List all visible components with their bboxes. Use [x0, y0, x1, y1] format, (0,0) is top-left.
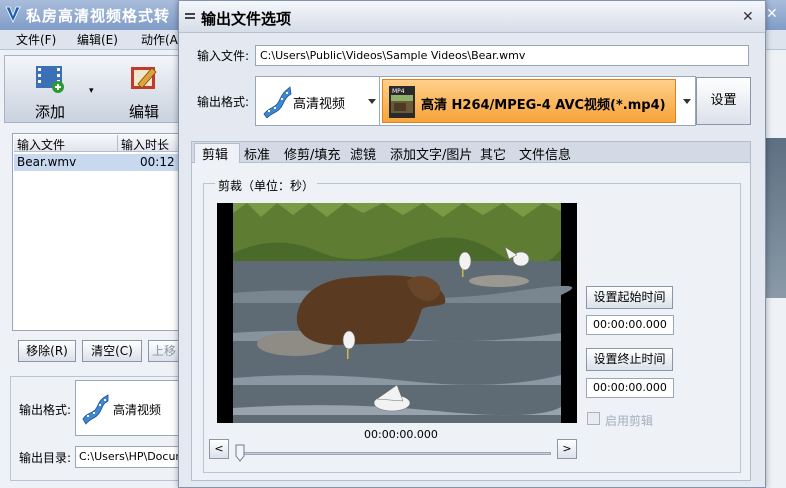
input-file-field[interactable]: C:\Users\Public\Videos\Sample Videos\Bea… [255, 45, 749, 66]
cell-duration: 00:12 [140, 155, 175, 169]
column-header-duration[interactable]: 输入时长 [118, 135, 180, 152]
seek-slider-thumb[interactable] [235, 444, 245, 462]
edit-button-label: 编辑 [128, 103, 159, 121]
tab-other[interactable]: 其它 [480, 144, 506, 163]
tab-strip: 剪辑 标准 修剪/填充 滤镜 添加文字/图片 其它 文件信息 [191, 141, 751, 163]
column-header-input-file[interactable]: 输入文件 [14, 135, 118, 152]
table-row[interactable]: Bear.wmv 00:12 [14, 154, 180, 171]
end-time-field[interactable]: 00:00:00.000 [586, 378, 674, 398]
enable-crop-label: 启用剪辑 [605, 414, 654, 428]
tab-clip[interactable]: 剪辑 [202, 144, 228, 163]
mp4-icon-text: MP4 [392, 88, 405, 95]
menu-action[interactable]: 动作(A [141, 31, 178, 48]
chevron-down-icon[interactable] [368, 99, 376, 104]
move-up-button[interactable]: 上移 [148, 340, 180, 362]
main-toolbar: 添加 ▾ 编辑 [4, 55, 179, 123]
chevron-down-icon[interactable] [683, 99, 691, 104]
video-frame-image [217, 203, 577, 423]
edit-button[interactable]: 编辑 [109, 58, 179, 121]
add-button[interactable]: 添加 [15, 58, 85, 121]
seek-prev-button[interactable]: < [209, 439, 229, 459]
film-edit-icon [131, 67, 157, 89]
main-output-format-label: 输出格式: [19, 403, 72, 417]
main-window-title: 私房高清视频格式转 [26, 7, 171, 25]
clear-button[interactable]: 清空(C) [82, 340, 142, 362]
main-output-format-box[interactable]: 高清视频 [75, 380, 185, 436]
start-time-field[interactable]: 00:00:00.000 [586, 315, 674, 335]
film-add-icon [36, 66, 64, 93]
dialog-title: 输出文件选项 [201, 10, 292, 28]
category-dropdown[interactable]: 高清视频 [255, 76, 381, 126]
film-strip-icon [263, 86, 292, 118]
input-file-label: 输入文件: [197, 49, 250, 63]
main-output-format-value: 高清视频 [113, 403, 162, 417]
film-strip-icon [82, 394, 109, 425]
format-label: 高清 H264/MPEG-4 AVC视频(*.mp4) [421, 98, 666, 113]
set-start-time-button[interactable]: 设置起始时间 [586, 286, 673, 309]
video-preview [217, 203, 577, 423]
menu-edit[interactable]: 编辑(E) [77, 31, 118, 48]
menu-lines-icon [185, 13, 195, 19]
cell-file-name: Bear.wmv [17, 155, 77, 169]
crop-group-title: 剪裁（单位：秒） [215, 177, 318, 194]
dialog-close-icon[interactable]: ✕ [742, 9, 754, 25]
file-table: 输入文件 输入时长 Bear.wmv 00:12 [12, 133, 180, 331]
current-time: 00:00:00.000 [364, 428, 438, 441]
add-dropdown-arrow-icon[interactable]: ▾ [89, 86, 94, 96]
tab-trim-pad[interactable]: 修剪/填充 [284, 144, 340, 163]
background-preview-strip [766, 138, 786, 298]
mp4-file-icon: MP4 [389, 86, 415, 118]
remove-button[interactable]: 移除(R) [18, 340, 76, 362]
add-button-label: 添加 [34, 103, 65, 121]
seek-slider-track[interactable] [237, 452, 551, 455]
tab-add-text-image[interactable]: 添加文字/图片 [390, 144, 472, 163]
settings-button[interactable]: 设置 [696, 77, 751, 125]
main-output-dir-field[interactable]: C:\Users\HP\Docume [75, 446, 185, 468]
main-close-icon[interactable]: ✕ [766, 6, 778, 22]
tab-standard[interactable]: 标准 [244, 144, 270, 163]
format-selected-item[interactable]: MP4 高清 H264/MPEG-4 AVC视频(*.mp4) [382, 79, 676, 123]
main-output-dir-label: 输出目录: [19, 451, 72, 465]
app-logo-icon [5, 6, 21, 23]
output-options-dialog: 输出文件选项 ✕ 输入文件: C:\Users\Public\Videos\Sa… [178, 0, 766, 488]
menu-file[interactable]: 文件(F) [16, 31, 56, 48]
dialog-title-bar[interactable]: 输出文件选项 ✕ [179, 1, 765, 33]
set-end-time-button[interactable]: 设置终止时间 [586, 348, 673, 371]
tab-filter[interactable]: 滤镜 [350, 144, 376, 163]
tab-file-info[interactable]: 文件信息 [519, 144, 571, 163]
category-label: 高清视频 [293, 97, 346, 112]
enable-crop-checkbox[interactable] [587, 412, 600, 425]
seek-next-button[interactable]: > [557, 439, 577, 459]
output-format-label: 输出格式: [197, 95, 250, 109]
format-dropdown[interactable]: MP4 高清 H264/MPEG-4 AVC视频(*.mp4) [379, 76, 696, 126]
